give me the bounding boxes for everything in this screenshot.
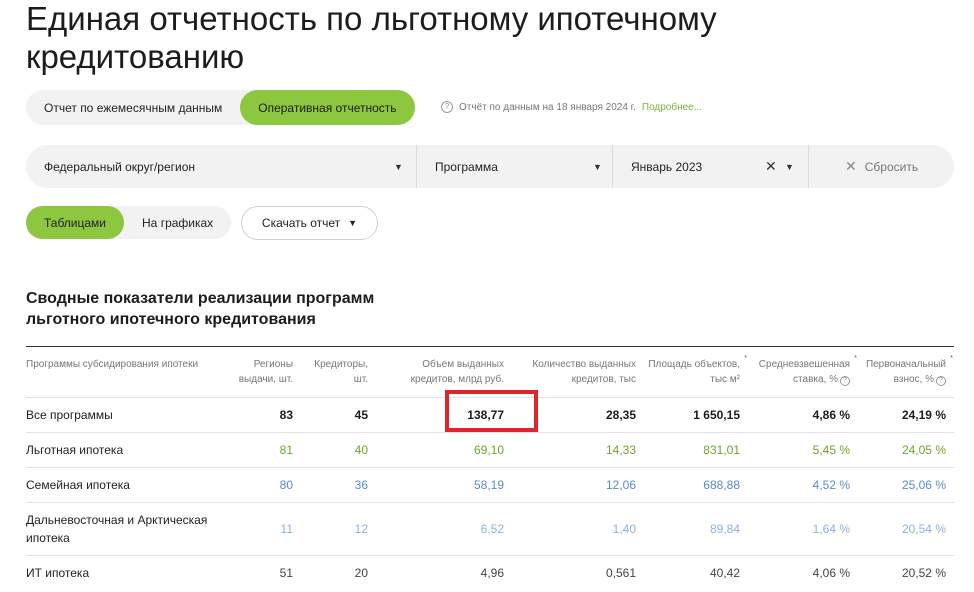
reset-filters-button[interactable]: ✕ Сбросить [808,145,918,188]
column-header: Кредиторы, шт. [301,346,376,398]
table-row: Дальневосточная и Арктическая ипотека 11… [26,502,954,556]
region-select[interactable]: Федеральный округ/регион ▼ [26,145,416,188]
question-icon[interactable]: ? [936,376,946,386]
table-row: ИТ ипотека 51 20 4,96 0,561 40,42 4,06 %… [26,556,954,591]
chevron-down-icon: ▼ [348,218,358,228]
column-header: Программы субсидирования ипотеки [26,346,216,398]
table-cell: 14,33 [512,432,644,468]
table-cell: 4,52 % [748,467,858,503]
chevron-down-icon: ▼ [593,161,602,172]
table-cell: 24,19 % [858,397,954,433]
table-cell: 51 [279,566,293,581]
question-icon[interactable]: ? [840,376,850,386]
download-report-button[interactable]: Скачать отчет ▼ [241,206,378,240]
program-select[interactable]: Программа ▼ [416,145,612,188]
more-details-link[interactable]: Подробнее... [642,102,702,113]
table-cell: 36 [301,467,376,503]
table-cell: 12,06 [512,467,644,503]
table-cell: 83 [216,397,301,433]
table-cell: 0,561 [605,566,636,581]
clear-icon[interactable]: ✕ [765,158,777,175]
section-title: Сводные показатели реализации программ л… [26,290,375,328]
table-cell: 89,84 [644,502,748,556]
column-header: Площадь объектов, тыс м² * [644,346,748,398]
table-cell: 831,01 [644,432,748,468]
column-header: Первоначальный взнос, %? * [858,346,954,398]
table-cell: 69,10 [376,432,512,468]
table-cell: ИТ ипотека [26,566,90,581]
table-cell: Все программы [26,397,216,433]
report-date-note: ? Отчёт по данным на 18 января 2024 г. П… [441,101,702,113]
column-header: Регионы выдачи, шт. [216,346,301,398]
program-select-label: Программа [435,159,498,174]
page-title: Единая отчетность по льготному ипотечном… [26,0,717,75]
table-cell: 81 [216,432,301,468]
table-cell: 24,05 % [858,432,954,468]
footnote-star-icon: * [854,355,857,362]
table-cell: 1,40 [512,502,644,556]
tab-operational-report[interactable]: Оперативная отчетность [240,90,415,125]
footnote-star-icon: * [950,355,953,362]
table-cell: Дальневосточная и Арктическая ипотека [26,502,216,556]
table-cell: 5,45 % [748,432,858,468]
month-select-value: Январь 2023 [631,159,703,174]
highlight-annotation-box [445,390,538,432]
download-label: Скачать отчет [261,216,341,230]
chevron-down-icon: ▼ [394,161,403,172]
report-date-text: Отчёт по данным на 18 января 2024 г. [459,101,636,113]
table-row: Семейная ипотека 80 36 58,19 12,06 688,8… [26,467,954,503]
table-cell: 4,86 % [748,397,858,433]
table-cell: 4,06 % [812,566,850,581]
table-cell: 45 [301,397,376,433]
table-cell: 20,54 % [858,502,954,556]
tab-tables[interactable]: Таблицами [26,206,125,239]
table-cell: Льготная ипотека [26,432,216,468]
table-cell: 40 [301,432,376,468]
table-cell: 1 650,15 [644,397,748,433]
table-cell: 20,52 % [901,566,946,581]
table-cell: 25,06 % [858,467,954,503]
table-cell: 40,42 [709,566,740,581]
table-cell: Семейная ипотека [26,467,216,503]
region-select-label: Федеральный округ/регион [44,159,196,174]
tab-monthly-report[interactable]: Отчет по ежемесячным данным [26,90,240,125]
view-mode-toggle: Таблицами На графиках [26,206,232,239]
table-cell: 1,64 % [748,502,858,556]
tab-charts[interactable]: На графиках [124,206,231,239]
summary-table: Программы субсидирования ипотеки Регионы… [26,346,954,591]
table-cell: 11 [216,502,301,556]
table-cell: 4,96 [480,566,504,581]
chevron-down-icon: ▼ [785,161,794,172]
column-header: Средневзвешенная ставка, %? * [748,346,858,398]
table-cell: 80 [216,467,301,503]
question-icon[interactable]: ? [441,101,453,113]
footnote-star-icon: * [744,355,747,362]
filter-bar: Федеральный округ/регион ▼ Программа ▼ Я… [26,145,954,188]
close-icon: ✕ [845,158,857,174]
month-select[interactable]: Январь 2023 ✕ ▼ [612,145,808,188]
table-cell: 6,52 [376,502,512,556]
table-row: Льготная ипотека 81 40 69,10 14,33 831,0… [26,432,954,468]
table-cell: 688,88 [644,467,748,503]
report-mode-toggle: Отчет по ежемесячным данным Оперативная … [26,90,415,125]
table-cell: 20 [354,566,368,581]
table-cell: 12 [301,502,376,556]
table-cell: 58,19 [376,467,512,503]
reset-label: Сбросить [864,159,919,174]
